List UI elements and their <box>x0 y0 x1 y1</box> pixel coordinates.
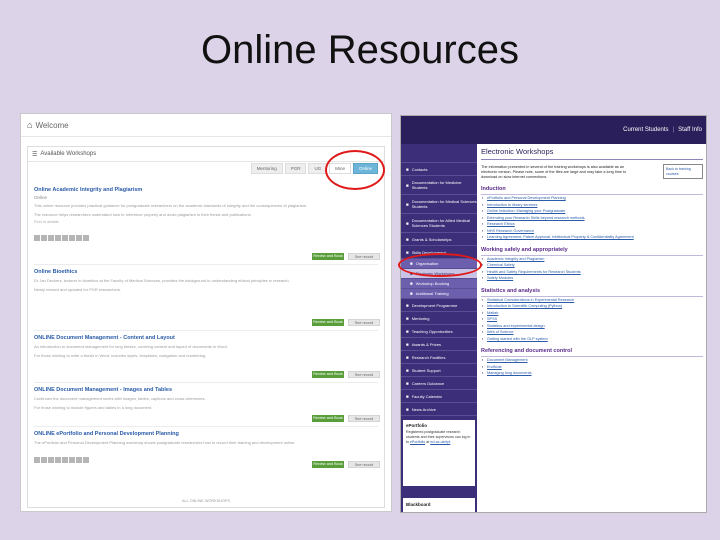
highlight-ellipse-online <box>325 150 385 190</box>
workshop-title[interactable]: ONLINE Document Management - Images and … <box>34 387 378 393</box>
review-book-button[interactable]: Review and Book <box>312 319 344 326</box>
see-record-button[interactable]: See record <box>348 371 380 378</box>
sidebar-item-docs-medicine[interactable]: ■ Documentation for Medicine Students <box>401 176 477 195</box>
sidebar-item-teaching[interactable]: ■ Teaching Opportunities <box>401 325 477 338</box>
main-content: Electronic Workshops The information pre… <box>481 146 703 510</box>
sidebar-item-contacts[interactable]: ■ Contacts <box>401 163 477 176</box>
sidebar-item-news[interactable]: ■ News Archive <box>401 403 477 416</box>
workshop-title[interactable]: ONLINE Document Management - Content and… <box>34 335 378 341</box>
intro-note: The information presented in several of … <box>481 165 627 179</box>
resource-link[interactable]: Safety Modules <box>481 275 703 282</box>
back-to-training-link[interactable]: Back to training courses <box>663 164 703 179</box>
workshop-title[interactable]: ONLINE ePortfolio and Personal Developme… <box>34 431 378 437</box>
blackboard-link[interactable]: Blackboard <box>403 498 475 512</box>
sidebar-item-grants[interactable]: ■ Grants & Scholarships <box>401 233 477 246</box>
highlight-ellipse-workshops <box>398 253 482 277</box>
all-workshops-link[interactable]: ALL ONLINE WORKSHOPS <box>28 499 384 503</box>
review-book-button[interactable]: Review and Book <box>312 371 344 378</box>
home-icon[interactable]: ⌂ <box>27 120 32 130</box>
workshop-title[interactable]: Online Bioethics <box>34 269 378 275</box>
format-icons <box>34 228 378 246</box>
see-record-button[interactable]: See record <box>348 253 380 260</box>
sidebar-item-support[interactable]: ■ Student Support <box>401 364 477 377</box>
resource-link[interactable]: Learning Agreement, Patent Approval, Int… <box>481 234 703 241</box>
workshop-title[interactable]: Online Academic Integrity and Plagiarism <box>34 187 378 193</box>
review-book-button[interactable]: Review and Book <box>312 253 344 260</box>
current-students-link[interactable]: Current Students <box>623 127 668 133</box>
workshop-item: ONLINE Document Management - Content and… <box>34 335 378 358</box>
welcome-label: Welcome <box>35 120 69 130</box>
sidebar: ■ Contacts ■ Documentation for Medicine St… <box>401 144 477 512</box>
page-title: Electronic Workshops <box>481 147 554 156</box>
welcome-bar: ⌂ Welcome <box>21 114 391 137</box>
sidebar-item-mentoring[interactable]: ■ Mentoring <box>401 312 477 325</box>
eportfolio-link[interactable]: ePortfolio <box>410 440 425 444</box>
sidebar-item-awards[interactable]: ■ Awards & Prizes <box>401 338 477 351</box>
sidebar-item-calendar[interactable]: ■ Faculty Calendar <box>401 390 477 403</box>
resource-link[interactable]: Managing long documents <box>481 370 703 377</box>
epf-link[interactable]: ncl.ac.uk/epf <box>430 440 450 444</box>
staff-info-link[interactable]: Staff Info <box>678 127 702 133</box>
sidebar-subitem-additional-training[interactable]: ■ Additional Training <box>401 289 477 299</box>
slide-title: Online Resources <box>201 28 519 72</box>
sidebar-item-docs-allied[interactable]: ■ Documentation for Allied Medical Scienc… <box>401 214 477 233</box>
workshop-item: ONLINE Document Management - Images and … <box>34 387 378 410</box>
section-referencing: Referencing and document control <box>481 348 573 354</box>
workshop-item: Online Academic Integrity and Plagiarism… <box>34 187 378 246</box>
review-book-button[interactable]: Review and Book <box>312 415 344 422</box>
filter-mentoring[interactable]: Mentoring <box>250 163 283 174</box>
section-induction: Induction <box>481 186 506 192</box>
sidebar-item-docs-medsci[interactable]: ■ Documentation for Medical Sciences Stud… <box>401 195 477 214</box>
see-record-button[interactable]: See record <box>348 415 380 422</box>
filter-pgr[interactable]: PGR <box>284 163 307 174</box>
sidebar-item-facilities[interactable]: ■ Research Facilities <box>401 351 477 364</box>
eportfolio-box: ePortfolio Registered postgraduate resea… <box>403 420 475 486</box>
sidebar-item-careers[interactable]: ■ Careers Guidance <box>401 377 477 390</box>
list-icon: ☰ <box>32 151 38 158</box>
top-nav: Current Students | Staff Info <box>401 116 706 144</box>
resource-link[interactable]: Getting started with the GLP system <box>481 336 703 343</box>
see-record-button[interactable]: See record <box>348 319 380 326</box>
electronic-workshops-screenshot: Current Students | Staff Info ■ Contacts … <box>400 115 707 513</box>
section-statistics: Statistics and analysis <box>481 287 540 294</box>
workshops-panel: ☰ Available Workshops Mentoring PGR UG M… <box>27 146 385 508</box>
sidebar-item-development[interactable]: ■ Development Programme <box>401 299 477 312</box>
see-record-button[interactable]: See record <box>348 461 380 468</box>
review-book-button[interactable]: Review and Book <box>312 461 344 468</box>
workshop-item: Online Bioethics Dr Jan Deckers, lecture… <box>34 269 378 292</box>
section-working-safely: Working safely and appropriately <box>481 246 568 253</box>
sidebar-subitem-workshop-booking[interactable]: ■ Workshop Booking <box>401 279 477 289</box>
